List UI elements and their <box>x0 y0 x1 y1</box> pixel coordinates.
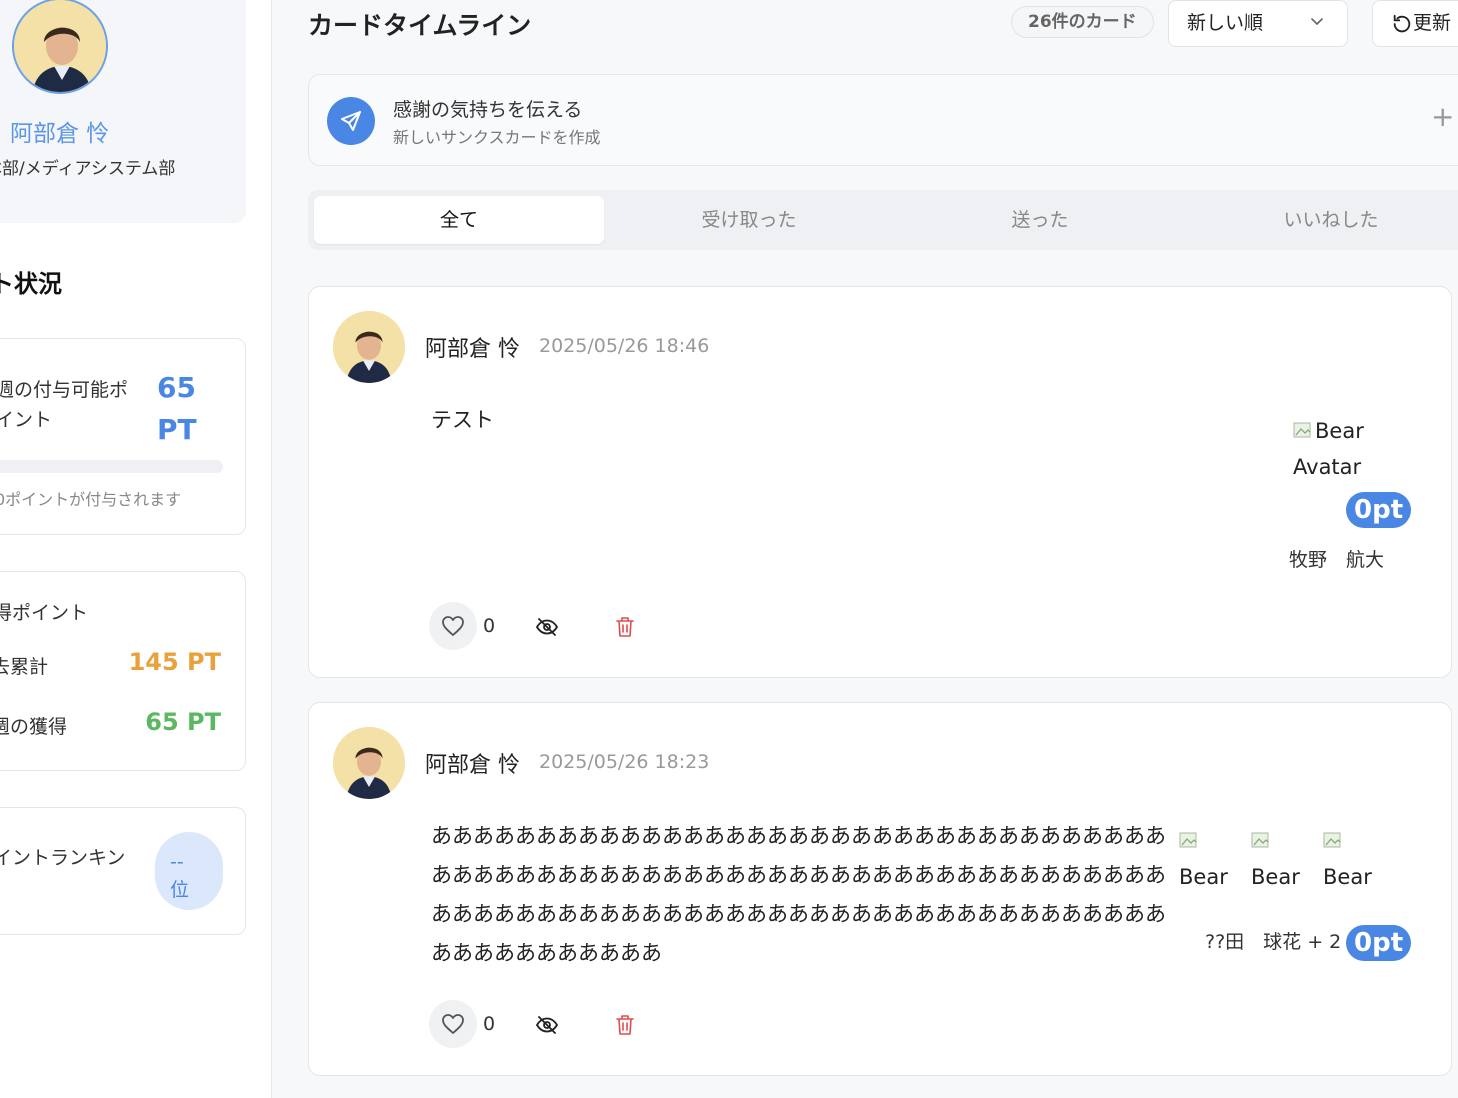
send-icon <box>341 111 361 131</box>
card-count-badge: 26件のカード <box>1011 6 1154 38</box>
weekly-givable-card: 週の付与可能ポイント 65 PT 0ポイントが付与されます <box>0 338 246 535</box>
profile-card: 阿部倉 怜 ム本部/メディアシステム部 <box>0 0 246 223</box>
recipient-names: ??田 球花 + 2 <box>1205 931 1342 953</box>
recipient-alt-text-1: Bear <box>1315 419 1364 443</box>
profile-department: ム本部/メディアシステム部 <box>0 159 176 179</box>
thanks-card: 阿部倉 怜 2025/05/26 18:46 テスト Bear Avatar 0… <box>308 286 1452 678</box>
broken-image-alt: Bear <box>1293 413 1383 449</box>
weekly-note: 0ポイントが付与されます <box>0 490 182 509</box>
eye-off-icon[interactable] <box>535 615 559 639</box>
recipient-avatar[interactable]: Bear Avatar <box>1293 413 1383 485</box>
recipient-avatar[interactable]: Bear <box>1179 823 1239 893</box>
card-timestamp: 2025/05/26 18:46 <box>539 335 710 357</box>
avatar-image <box>333 727 405 799</box>
profile-name[interactable]: 阿部倉 怜 <box>10 114 109 148</box>
recipient-avatar[interactable]: Bear <box>1251 823 1311 893</box>
author-avatar[interactable] <box>333 311 405 383</box>
recipient-avatar[interactable]: Bear <box>1323 823 1383 893</box>
refresh-label: 更新 <box>1413 12 1452 34</box>
filter-tabs: 全て 受け取った 送った いいねした <box>308 190 1458 250</box>
ranking-label: イントランキン <box>0 847 126 869</box>
send-icon-circle <box>327 97 375 145</box>
weekly-givable-number: 65 <box>157 371 196 404</box>
card-timestamp: 2025/05/26 18:23 <box>539 751 710 773</box>
sort-selected-value: 新しい順 <box>1187 12 1264 34</box>
refresh-button[interactable]: 更新 <box>1372 0 1458 47</box>
sidebar: 阿部倉 怜 ム本部/メディアシステム部 ト状況 週の付与可能ポイント 65 PT… <box>0 0 272 1098</box>
points-badge: 0pt <box>1346 925 1412 961</box>
tab-received[interactable]: 受け取った <box>604 196 894 244</box>
like-count: 0 <box>483 615 496 637</box>
card-author-name[interactable]: 阿部倉 怜 <box>425 331 520 363</box>
page-title: カードタイムライン <box>308 11 532 40</box>
like-count: 0 <box>483 1013 496 1035</box>
broken-image-icon <box>1293 422 1311 438</box>
compose-title: 感謝の気持ちを伝える <box>393 99 583 121</box>
total-earned-value: 145 PT <box>128 648 221 676</box>
recipient-name: 牧野 航大 <box>1289 549 1385 571</box>
points-badge: 0pt <box>1346 492 1412 528</box>
card-message: ああああああああああああああああああああああああああああああああああああああああ… <box>431 824 1166 965</box>
tab-liked[interactable]: いいねした <box>1186 196 1458 244</box>
like-button[interactable] <box>429 1000 477 1048</box>
rank-value: -- <box>170 851 184 873</box>
points-section-title: ト状況 <box>0 270 62 298</box>
author-avatar[interactable] <box>333 727 405 799</box>
like-button[interactable] <box>429 602 477 650</box>
weekly-givable-unit: PT <box>157 413 197 446</box>
recipient-alt-text: Bear <box>1251 865 1300 889</box>
eye-off-icon[interactable] <box>535 1013 559 1037</box>
earned-points-card: 得ポイント 去累計 145 PT 週の獲得 65 PT <box>0 571 246 771</box>
heart-icon <box>442 1014 464 1034</box>
refresh-icon <box>1393 14 1411 33</box>
profile-avatar[interactable] <box>12 0 108 94</box>
compose-subtitle: 新しいサンクスカードを作成 <box>393 128 601 147</box>
weekly-givable-label: 週の付与可能ポイント <box>0 379 129 431</box>
broken-image-icon <box>1323 832 1341 848</box>
recipient-alt-text-2: Avatar <box>1293 455 1362 479</box>
weekly-givable-value: 65 PT <box>157 367 217 451</box>
tab-all[interactable]: 全て <box>314 196 604 244</box>
sort-select[interactable]: 新しい順 <box>1168 0 1348 47</box>
trash-icon[interactable] <box>615 1014 635 1036</box>
avatar-image <box>14 0 106 92</box>
thanks-card: 阿部倉 怜 2025/05/26 18:23 あああああああああああああああああ… <box>308 702 1452 1076</box>
heart-icon <box>442 616 464 636</box>
earned-points-title: 得ポイント <box>0 602 89 624</box>
rank-unit: 位 <box>170 879 190 901</box>
chevron-down-icon <box>1311 18 1323 25</box>
weekly-progress-bar <box>0 460 223 473</box>
recipient-alt-text: Bear <box>1179 865 1228 889</box>
card-author-name[interactable]: 阿部倉 怜 <box>425 747 520 779</box>
total-earned-label: 去累計 <box>0 656 49 678</box>
broken-image-icon <box>1179 832 1197 848</box>
card-message: テスト <box>431 408 494 432</box>
avatar-image <box>333 311 405 383</box>
tab-sent[interactable]: 送った <box>895 196 1185 244</box>
plus-icon: + <box>1431 100 1455 133</box>
recipient-alt-text: Bear <box>1323 865 1372 889</box>
compose-card-button[interactable]: 感謝の気持ちを伝える 新しいサンクスカードを作成 + <box>308 74 1458 166</box>
weekly-earned-value: 65 PT <box>145 708 221 736</box>
weekly-earned-label: 週の獲得 <box>0 716 68 738</box>
trash-icon[interactable] <box>615 616 635 638</box>
broken-image-icon <box>1251 832 1269 848</box>
rank-badge: -- 位 <box>155 832 223 910</box>
ranking-card: イントランキン -- 位 <box>0 807 246 935</box>
